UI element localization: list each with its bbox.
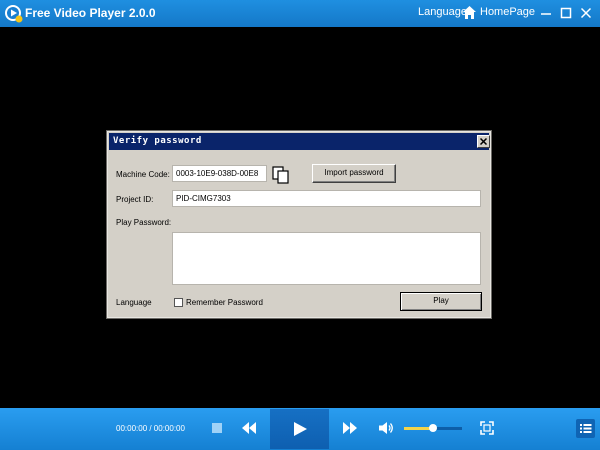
time-display: 00:00:00 / 00:00:00 [116, 424, 185, 433]
stop-icon[interactable] [212, 423, 222, 433]
dialog-close-button[interactable] [477, 135, 490, 148]
fullscreen-icon[interactable] [480, 421, 494, 435]
homepage-link[interactable]: HomePage [480, 6, 535, 18]
previous-icon[interactable] [242, 422, 256, 434]
machine-code-label: Machine Code: [116, 170, 170, 179]
copy-icon[interactable] [271, 165, 291, 185]
dialog-title-bar: Verify password [109, 133, 490, 150]
language-label[interactable]: Language [116, 298, 152, 307]
volume-icon[interactable] [379, 421, 394, 435]
minimize-icon[interactable] [540, 7, 552, 19]
machine-code-field[interactable]: 0003-10E9-038D-00E8 [172, 165, 267, 182]
title-bar: Free Video Player 2.0.0 Language HomePag… [0, 0, 600, 27]
maximize-icon[interactable] [560, 7, 572, 19]
language-menu[interactable]: Language [418, 6, 467, 18]
home-icon[interactable] [462, 5, 477, 20]
app-title: Free Video Player 2.0.0 [25, 6, 156, 20]
volume-slider[interactable] [404, 424, 462, 432]
play-pause-button[interactable] [270, 409, 329, 449]
close-icon[interactable] [580, 7, 592, 19]
remember-password-label[interactable]: Remember Password [186, 298, 263, 307]
close-icon [479, 137, 488, 146]
dialog-title: Verify password [113, 136, 202, 146]
play-password-label: Play Password: [116, 218, 172, 227]
project-id-label: Project ID: [116, 195, 154, 204]
control-bar: 00:00:00 / 00:00:00 [0, 408, 600, 450]
project-id-field[interactable]: PID-CIMG7303 [172, 190, 481, 207]
verify-password-dialog: Verify password Machine Code: 0003-10E9-… [106, 130, 492, 319]
play-password-field[interactable] [172, 232, 481, 285]
volume-knob[interactable] [429, 424, 437, 432]
play-icon [294, 422, 307, 436]
playlist-button[interactable] [576, 419, 595, 438]
app-logo-icon [5, 5, 23, 23]
playlist-icon [580, 424, 592, 433]
next-icon[interactable] [343, 422, 357, 434]
remember-password-checkbox[interactable] [174, 298, 183, 307]
play-button[interactable]: Play [400, 292, 482, 311]
import-password-button[interactable]: Import password [312, 164, 396, 183]
